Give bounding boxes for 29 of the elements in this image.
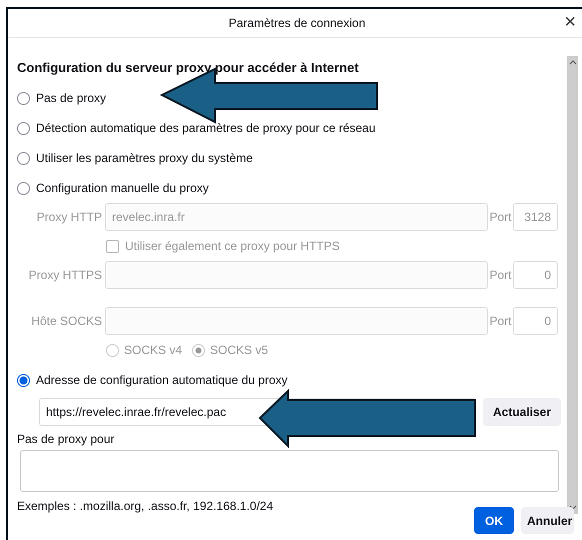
radio-label: SOCKS v5 — [210, 343, 268, 357]
radio-button[interactable] — [17, 182, 30, 194]
radio-button[interactable] — [17, 92, 30, 104]
radio-button[interactable] — [17, 374, 30, 386]
field-label: Proxy HTTPS — [28, 268, 103, 282]
radio-button[interactable] — [17, 122, 30, 134]
checkbox-label: Utiliser également ce proxy pour HTTPS — [125, 239, 340, 253]
radio-button[interactable] — [17, 152, 30, 164]
cancel-button[interactable]: Annuler — [521, 507, 574, 534]
radio-label: Adresse de configuration automatique du proxy — [36, 373, 288, 387]
port-label: Port — [488, 210, 512, 224]
field-label: Proxy HTTP — [36, 210, 103, 224]
radio-label: Configuration manuelle du proxy — [36, 181, 209, 195]
scroll-up-icon[interactable] — [568, 60, 577, 65]
radio-label: Détection automatique des paramètres de proxy pour ce réseau — [36, 121, 376, 135]
radio-label: Utiliser les paramètres proxy du système — [36, 151, 253, 165]
no-proxy-field[interactable] — [20, 450, 559, 492]
field-label: Pas de proxy pour — [17, 432, 116, 446]
radio-label: SOCKS v4 — [124, 343, 182, 357]
port-label: Port — [488, 268, 512, 282]
radio-label: Pas de proxy — [36, 91, 106, 105]
close-button[interactable]: × — [564, 12, 576, 32]
scrollbar[interactable] — [567, 56, 578, 514]
ok-button[interactable]: OK — [474, 507, 514, 534]
examples-text: Exemples : .mozilla.org, .asso.fr, 192.168.1.0/24 — [17, 499, 274, 513]
field-label: Hôte SOCKS — [30, 314, 103, 328]
refresh-button[interactable]: Actualiser — [483, 398, 562, 426]
port-label: Port — [488, 314, 512, 328]
window-title: Paramètres de connexion — [228, 16, 366, 30]
